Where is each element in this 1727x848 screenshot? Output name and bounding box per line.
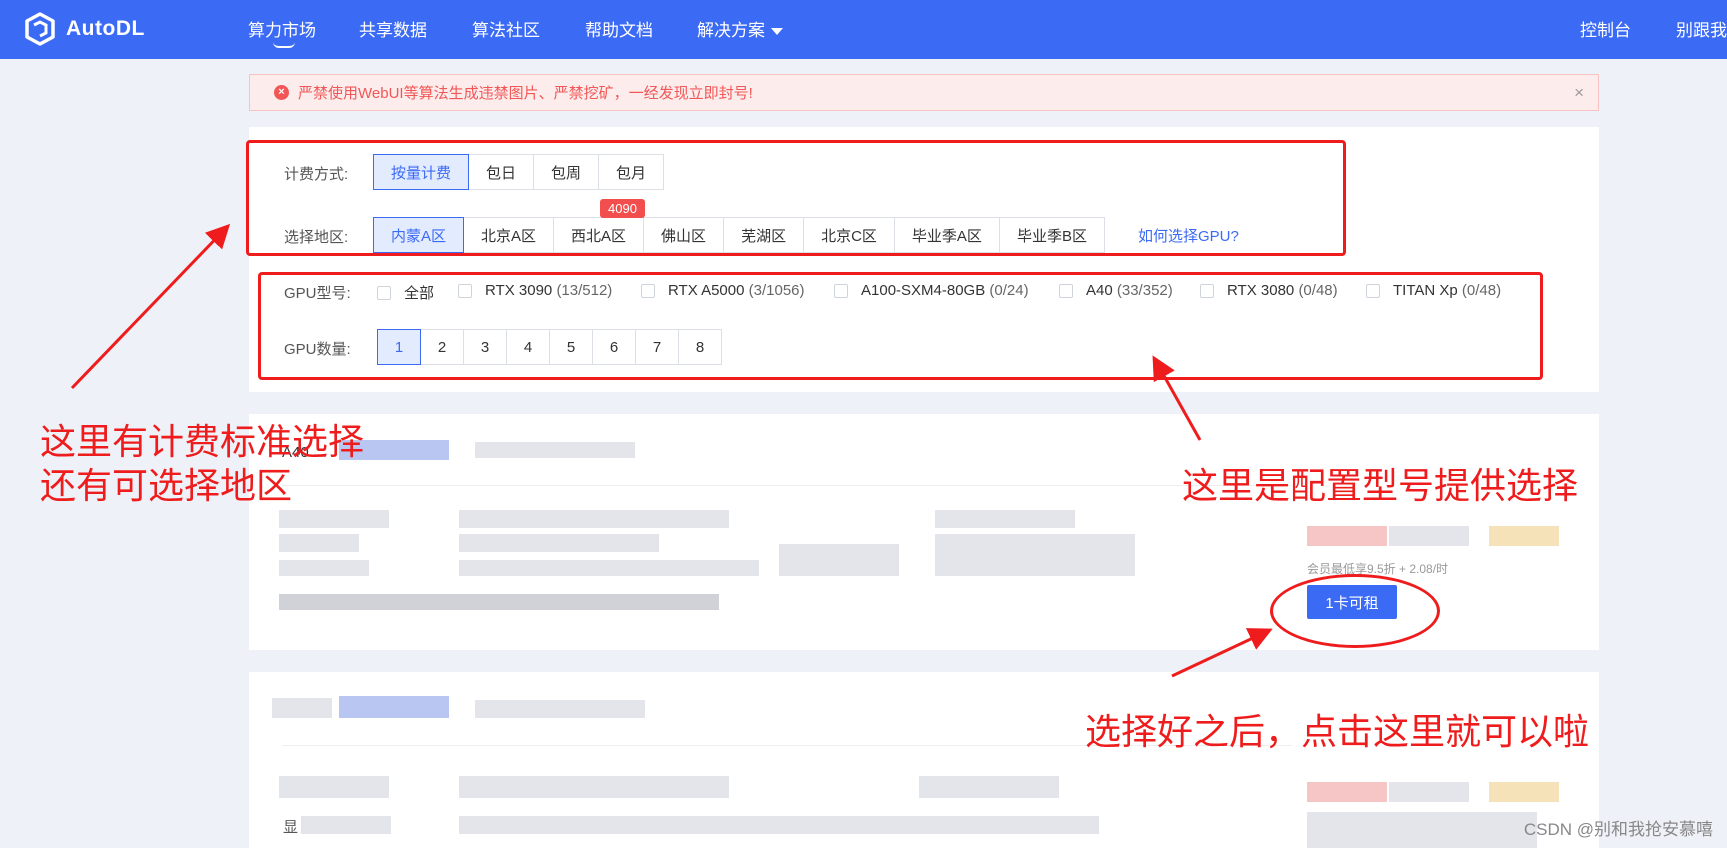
annotation-line: 这里有计费标准选择 xyxy=(40,421,365,462)
blurred-content xyxy=(279,534,359,552)
blurred-content xyxy=(272,698,332,718)
blurred-price xyxy=(1489,782,1559,802)
blurred-price xyxy=(1307,782,1387,802)
annotation-ellipse-rent xyxy=(1270,574,1440,648)
gpu-card: 显 xyxy=(249,672,1599,848)
watermark: CSDN @别和我抢安慕嘻 xyxy=(1523,820,1713,839)
region-option[interactable]: 内蒙A区 xyxy=(373,217,465,253)
nav-item-solutions[interactable]: 解决方案 xyxy=(697,16,783,41)
blurred-price xyxy=(1489,526,1559,546)
blurred-content xyxy=(459,510,729,528)
blurred-content xyxy=(279,560,369,576)
card-divider xyxy=(282,485,1292,486)
nav-item-docs[interactable]: 帮助文档 xyxy=(585,16,653,41)
close-icon[interactable]: × xyxy=(1574,83,1584,103)
blurred-price xyxy=(1389,526,1469,546)
nav-item-shared-data[interactable]: 共享数据 xyxy=(359,16,427,41)
alert-text: 严禁使用WebUI等算法生成违禁图片、严禁挖矿，一经发现立即封号! xyxy=(298,85,753,102)
logo[interactable]: AutoDL xyxy=(22,9,145,49)
gpu-count-option[interactable]: 1 xyxy=(377,329,421,365)
annotation-box-gpu-config xyxy=(258,272,1543,380)
annotation-text-bottom: 选择好之后，点击这里就可以啦 xyxy=(1085,711,1590,752)
nav-item-console[interactable]: 控制台 xyxy=(1580,16,1631,41)
nav-active-indicator xyxy=(273,42,295,48)
blurred-content xyxy=(459,776,729,798)
warning-alert: × 严禁使用WebUI等算法生成违禁图片、严禁挖矿，一经发现立即封号! × xyxy=(249,74,1599,111)
annotation-text-right: 这里是配置型号提供选择 xyxy=(1182,465,1579,506)
nav-solutions-label: 解决方案 xyxy=(697,21,765,40)
annotation-text-left: 这里有计费标准选择 还有可选择地区 xyxy=(40,420,364,508)
error-icon: × xyxy=(274,85,289,100)
blurred-content xyxy=(459,816,1099,834)
brand-name: AutoDL xyxy=(66,17,145,40)
top-nav: AutoDL 算力市场 共享数据 算法社区 帮助文档 解决方案 控制台 别跟我 xyxy=(0,0,1727,59)
blurred-content xyxy=(459,560,759,576)
blurred-content xyxy=(1307,812,1537,848)
annotation-line: 还有可选择地区 xyxy=(40,465,293,506)
nav-item-market[interactable]: 算力市场 xyxy=(248,16,316,41)
blurred-price xyxy=(1307,526,1387,546)
chevron-down-icon xyxy=(771,28,783,36)
blurred-content xyxy=(301,816,391,834)
blurred-content xyxy=(475,700,645,718)
nav-item-community[interactable]: 算法社区 xyxy=(472,16,540,41)
blurred-content xyxy=(279,510,389,528)
blurred-content xyxy=(459,534,659,552)
blurred-content xyxy=(279,776,389,798)
billing-option-pay-as-you-go[interactable]: 按量计费 xyxy=(373,154,470,190)
card-text-fragment: 显 xyxy=(283,819,299,836)
blurred-content xyxy=(279,594,719,610)
nav-item-user[interactable]: 别跟我 xyxy=(1676,16,1727,41)
blurred-content xyxy=(475,442,635,458)
blurred-content xyxy=(339,696,449,718)
blurred-price xyxy=(1389,782,1469,802)
blurred-content xyxy=(935,534,1135,576)
blurred-content xyxy=(935,510,1075,528)
blurred-content xyxy=(779,544,899,576)
autodl-logo-icon xyxy=(25,12,55,46)
arrow-to-billing xyxy=(70,223,231,390)
blurred-content xyxy=(919,776,1059,798)
